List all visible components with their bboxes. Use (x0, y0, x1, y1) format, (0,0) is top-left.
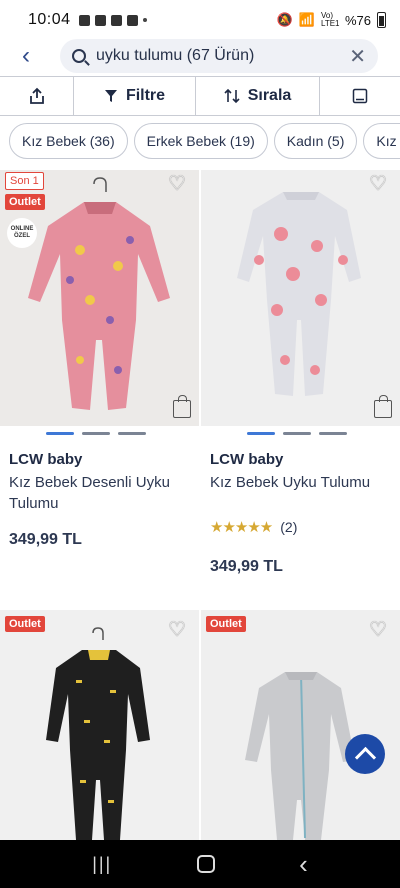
image-pager (247, 432, 347, 435)
rating-count: (2) (280, 519, 298, 535)
favorite-heart-icon[interactable]: ♡ (367, 174, 389, 194)
favorite-heart-icon[interactable]: ♡ (166, 174, 188, 194)
product-card[interactable]: Outlet ♡ (0, 610, 199, 840)
favorite-heart-icon[interactable]: ♡ (367, 620, 389, 640)
mute-icon: 🔕 (276, 12, 293, 27)
product-image[interactable]: Outlet ♡ (0, 610, 199, 840)
product-card[interactable]: Son 1 Outlet ONLINE ÖZEL ♡ LCW baby Kız … (0, 170, 199, 590)
product-price: 349,99 TL (9, 531, 82, 548)
notification-icon (94, 14, 106, 26)
chip-kadin[interactable]: Kadın (5) (273, 123, 358, 159)
status-bar: 10:04 🔕 📶 Vo) LTE1 %76 (0, 0, 400, 40)
product-title[interactable]: Kız Bebek Desenli Uyku Tulumu (9, 472, 189, 514)
view-toggle-button[interactable] (320, 77, 400, 115)
notification-icon (126, 14, 138, 26)
network-label: Vo) LTE1 (320, 11, 340, 28)
share-icon (29, 87, 44, 104)
outlet-badge: Outlet (5, 616, 45, 632)
garment-image (245, 672, 355, 840)
clear-icon[interactable]: ✕ (349, 44, 366, 69)
home-icon[interactable] (196, 855, 215, 873)
filter-label: Filtre (125, 87, 166, 104)
chip-kiz-cocuk[interactable]: Kız Ço (363, 123, 400, 159)
product-title[interactable]: Kız Bebek Uyku Tulumu (210, 472, 390, 493)
filter-icon (104, 90, 117, 102)
garment-image (237, 192, 361, 396)
search-bar[interactable]: uyku tulumu (67 Ürün) ✕ (60, 39, 378, 73)
system-icons: 🔕 📶 Vo) LTE1 %76 (277, 12, 386, 28)
chevron-left-icon: ‹ (22, 42, 30, 69)
add-to-bag-icon[interactable] (374, 395, 392, 418)
product-image[interactable]: ♡ (201, 170, 400, 426)
product-brand: LCW baby (210, 451, 284, 468)
sort-icon (224, 88, 240, 104)
favorite-heart-icon[interactable]: ♡ (166, 620, 188, 640)
sort-label: Sırala (247, 87, 292, 104)
last-item-badge: Son 1 (5, 172, 44, 190)
product-card[interactable]: ♡ LCW baby Kız Bebek Uyku Tulumu ★★★★★ (… (201, 170, 400, 590)
image-pager (46, 432, 146, 435)
product-price: 349,99 TL (210, 558, 283, 575)
back-button[interactable]: ‹ (6, 38, 46, 74)
outlet-badge: Outlet (5, 194, 45, 210)
search-header: ‹ uyku tulumu (67 Ürün) ✕ (0, 38, 400, 74)
rating-stars-icon: ★★★★★ (210, 519, 273, 536)
product-image[interactable]: Son 1 Outlet ONLINE ÖZEL ♡ (0, 170, 199, 426)
product-rating: ★★★★★ (2) (210, 518, 297, 536)
garment-image (46, 627, 150, 840)
chip-erkek-bebek[interactable]: Erkek Bebek (19) (133, 123, 268, 159)
chip-kiz-bebek[interactable]: Kız Bebek (36) (9, 123, 128, 159)
notification-icon (110, 14, 122, 26)
recent-apps-icon[interactable]: ||| (92, 854, 112, 875)
system-navigation-bar: ||| ‹ (0, 840, 400, 888)
share-button[interactable] (0, 77, 74, 115)
wifi-icon: 📶 (298, 12, 315, 27)
list-toolbar: Filtre Sırala (0, 76, 400, 116)
clock: 10:04 (28, 11, 71, 28)
online-exclusive-badge: ONLINE ÖZEL (7, 218, 37, 248)
category-chips: Kız Bebek (36) Erkek Bebek (19) Kadın (5… (9, 123, 400, 161)
product-brand: LCW baby (9, 451, 83, 468)
sort-button[interactable]: Sırala (196, 77, 320, 115)
outlet-badge: Outlet (206, 616, 246, 632)
single-view-icon (352, 88, 368, 104)
scroll-to-top-button[interactable] (345, 734, 385, 774)
battery-icon (377, 12, 386, 28)
product-image[interactable]: Outlet ♡ (201, 610, 400, 840)
notification-icon (78, 14, 90, 26)
add-to-bag-icon[interactable] (173, 395, 191, 418)
battery-label: %76 (344, 12, 371, 28)
more-dot-icon (142, 18, 147, 22)
filter-button[interactable]: Filtre (74, 77, 196, 115)
back-nav-icon[interactable]: ‹ (299, 849, 308, 880)
notification-icons (78, 14, 147, 26)
search-icon (72, 49, 86, 63)
search-query[interactable]: uyku tulumu (67 Ürün) (96, 47, 349, 65)
product-card[interactable]: Outlet ♡ (201, 610, 400, 840)
